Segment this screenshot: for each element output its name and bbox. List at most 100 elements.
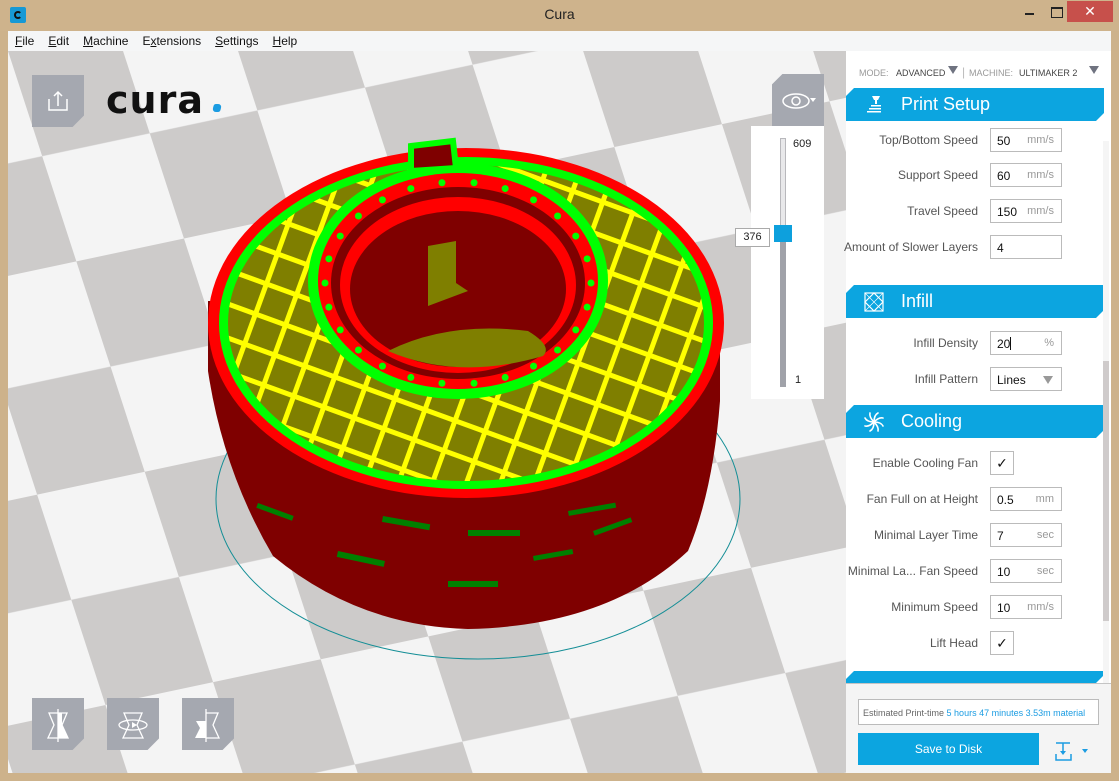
menu-settings[interactable]: Settings: [208, 34, 265, 48]
print-estimate: Estimated Print-time 5 hours 47 minutes …: [858, 699, 1099, 725]
scale-icon: [46, 709, 70, 742]
mirror-tool-button[interactable]: [182, 698, 234, 750]
machine-dropdown-arrow[interactable]: [1089, 66, 1099, 76]
setting-label: Top/Bottom Speed: [879, 133, 978, 147]
section-title: Print Setup: [901, 94, 991, 114]
mode-machine-bar: MODE: ADVANCED | MACHINE: ULTIMAKER 2: [846, 63, 1111, 83]
setting-label: Infill Density: [913, 336, 978, 350]
mode-separator: |: [962, 65, 966, 79]
model-ring-dot: [572, 326, 580, 334]
model-ring-dot: [438, 179, 446, 187]
layer-slider-track-lower[interactable]: [780, 235, 786, 387]
top-bottom-speed-input[interactable]: 50 mm/s: [990, 128, 1062, 152]
infill-density-input[interactable]: 20%: [990, 331, 1062, 355]
section-next-partial[interactable]: [846, 671, 1104, 683]
rotate-icon: [118, 712, 148, 739]
layer-slider-track-upper[interactable]: [780, 138, 786, 235]
setting-minimal-layer-fan-speed: Minimal La... Fan Speed 10 sec: [846, 559, 1104, 583]
model-ring-dot: [336, 326, 344, 334]
title-bar: Cura ✕: [0, 0, 1119, 31]
window-title: Cura: [544, 6, 575, 22]
minimum-speed-input[interactable]: 10 mm/s: [990, 595, 1062, 619]
estimated-material: 3.53m material: [1025, 708, 1086, 718]
scale-tool-button[interactable]: [32, 698, 84, 750]
model-ring-dot: [336, 232, 344, 240]
settings-sidebar: MODE: ADVANCED | MACHINE: ULTIMAKER 2 Pr…: [843, 51, 1111, 773]
machine-select[interactable]: ULTIMAKER 2: [1019, 68, 1077, 78]
output-device-button[interactable]: [1054, 740, 1094, 762]
section-title: Cooling: [901, 411, 963, 431]
mirror-icon: [195, 709, 221, 742]
estimated-time: 5 hours 47 minutes: [946, 708, 1024, 718]
print-estimate-panel: Estimated Print-time 5 hours 47 minutes …: [846, 683, 1111, 773]
layer-min-label: 1: [795, 374, 802, 386]
model-ring-dot: [438, 379, 446, 387]
minimize-button[interactable]: [1017, 1, 1043, 22]
save-to-disk-button[interactable]: Save to Disk: [858, 733, 1039, 765]
view-mode-button[interactable]: [772, 74, 824, 126]
section-print-setup[interactable]: Print Setup: [846, 88, 1104, 121]
enable-cooling-fan-checkbox[interactable]: ✓: [990, 451, 1014, 475]
model-ring-dot: [354, 212, 362, 220]
open-file-icon: [48, 90, 68, 111]
menu-machine[interactable]: Machine: [76, 34, 135, 48]
infill-pattern-select[interactable]: Lines: [990, 367, 1062, 391]
setting-infill-pattern: Infill Pattern Lines: [846, 367, 1104, 391]
setting-label: Travel Speed: [907, 204, 978, 218]
model-ring-dot: [501, 373, 509, 381]
model-ring-dot: [554, 212, 562, 220]
section-infill[interactable]: Infill: [846, 285, 1104, 318]
rotate-tool-button[interactable]: [107, 698, 159, 750]
menu-bar: File Edit Machine Extensions Settings He…: [8, 31, 1111, 51]
minimal-layer-time-input[interactable]: 7 sec: [990, 523, 1062, 547]
menu-extensions[interactable]: Extensions: [135, 34, 208, 48]
setting-label: Minimum Speed: [891, 600, 978, 614]
setting-label: Lift Head: [929, 636, 978, 650]
section-title: Infill: [901, 291, 934, 311]
setting-top-bottom-speed: Top/Bottom Speed 50 mm/s: [846, 128, 1104, 152]
mode-label: MODE:: [859, 68, 889, 78]
menu-help[interactable]: Help: [266, 34, 305, 48]
minimal-layer-fan-speed-input[interactable]: 10 sec: [990, 559, 1062, 583]
model-ring-dot: [501, 185, 509, 193]
support-speed-input[interactable]: 60 mm/s: [990, 163, 1062, 187]
setting-slower-layers: Amount of Slower Layers 4: [843, 235, 1104, 259]
eye-icon: [782, 93, 816, 109]
setting-label: Minimal Layer Time: [873, 528, 978, 542]
maximize-button[interactable]: [1043, 1, 1069, 22]
setting-label: Enable Cooling Fan: [872, 456, 978, 470]
menu-edit[interactable]: Edit: [41, 34, 76, 48]
close-button[interactable]: ✕: [1067, 1, 1113, 22]
menu-file[interactable]: File: [8, 34, 41, 48]
sidebar-scrollbar-thumb[interactable]: [1103, 361, 1109, 621]
model-ring-dot: [325, 303, 333, 311]
cura-logo: cura: [106, 78, 204, 122]
model-ring-dot: [378, 196, 386, 204]
travel-speed-input[interactable]: 150 mm/s: [990, 199, 1062, 223]
setting-travel-speed: Travel Speed 150 mm/s: [846, 199, 1104, 223]
layer-slider-panel: 609 1: [751, 126, 824, 399]
model-notch: [408, 137, 460, 175]
mode-dropdown-arrow[interactable]: [948, 66, 958, 76]
section-cooling[interactable]: Cooling: [846, 405, 1104, 438]
setting-label: Infill Pattern: [914, 372, 978, 386]
text-cursor: [1010, 337, 1012, 350]
model-ring-dot: [470, 379, 478, 387]
chevron-down-icon: [1043, 376, 1053, 384]
output-device-icon: [1055, 742, 1088, 761]
fan-full-height-input[interactable]: 0.5 mm: [990, 487, 1062, 511]
3d-viewport[interactable]: cura 609 1 376: [8, 51, 846, 773]
setting-infill-density: Infill Density 20%: [846, 331, 1104, 355]
build-plate-scene[interactable]: [8, 51, 846, 773]
lift-head-checkbox[interactable]: ✓: [990, 631, 1014, 655]
setting-label: Amount of Slower Layers: [843, 240, 978, 254]
open-file-button[interactable]: [32, 75, 84, 127]
mode-select[interactable]: ADVANCED: [896, 68, 945, 78]
model-ring-dot: [587, 279, 595, 287]
layer-slider-handle[interactable]: [774, 225, 792, 243]
current-layer-input[interactable]: 376: [735, 228, 770, 247]
model-ring-dot: [530, 196, 538, 204]
slower-layers-input[interactable]: 4: [990, 235, 1062, 259]
setting-label: Support Speed: [897, 168, 978, 182]
model-ring-dot: [530, 362, 538, 370]
